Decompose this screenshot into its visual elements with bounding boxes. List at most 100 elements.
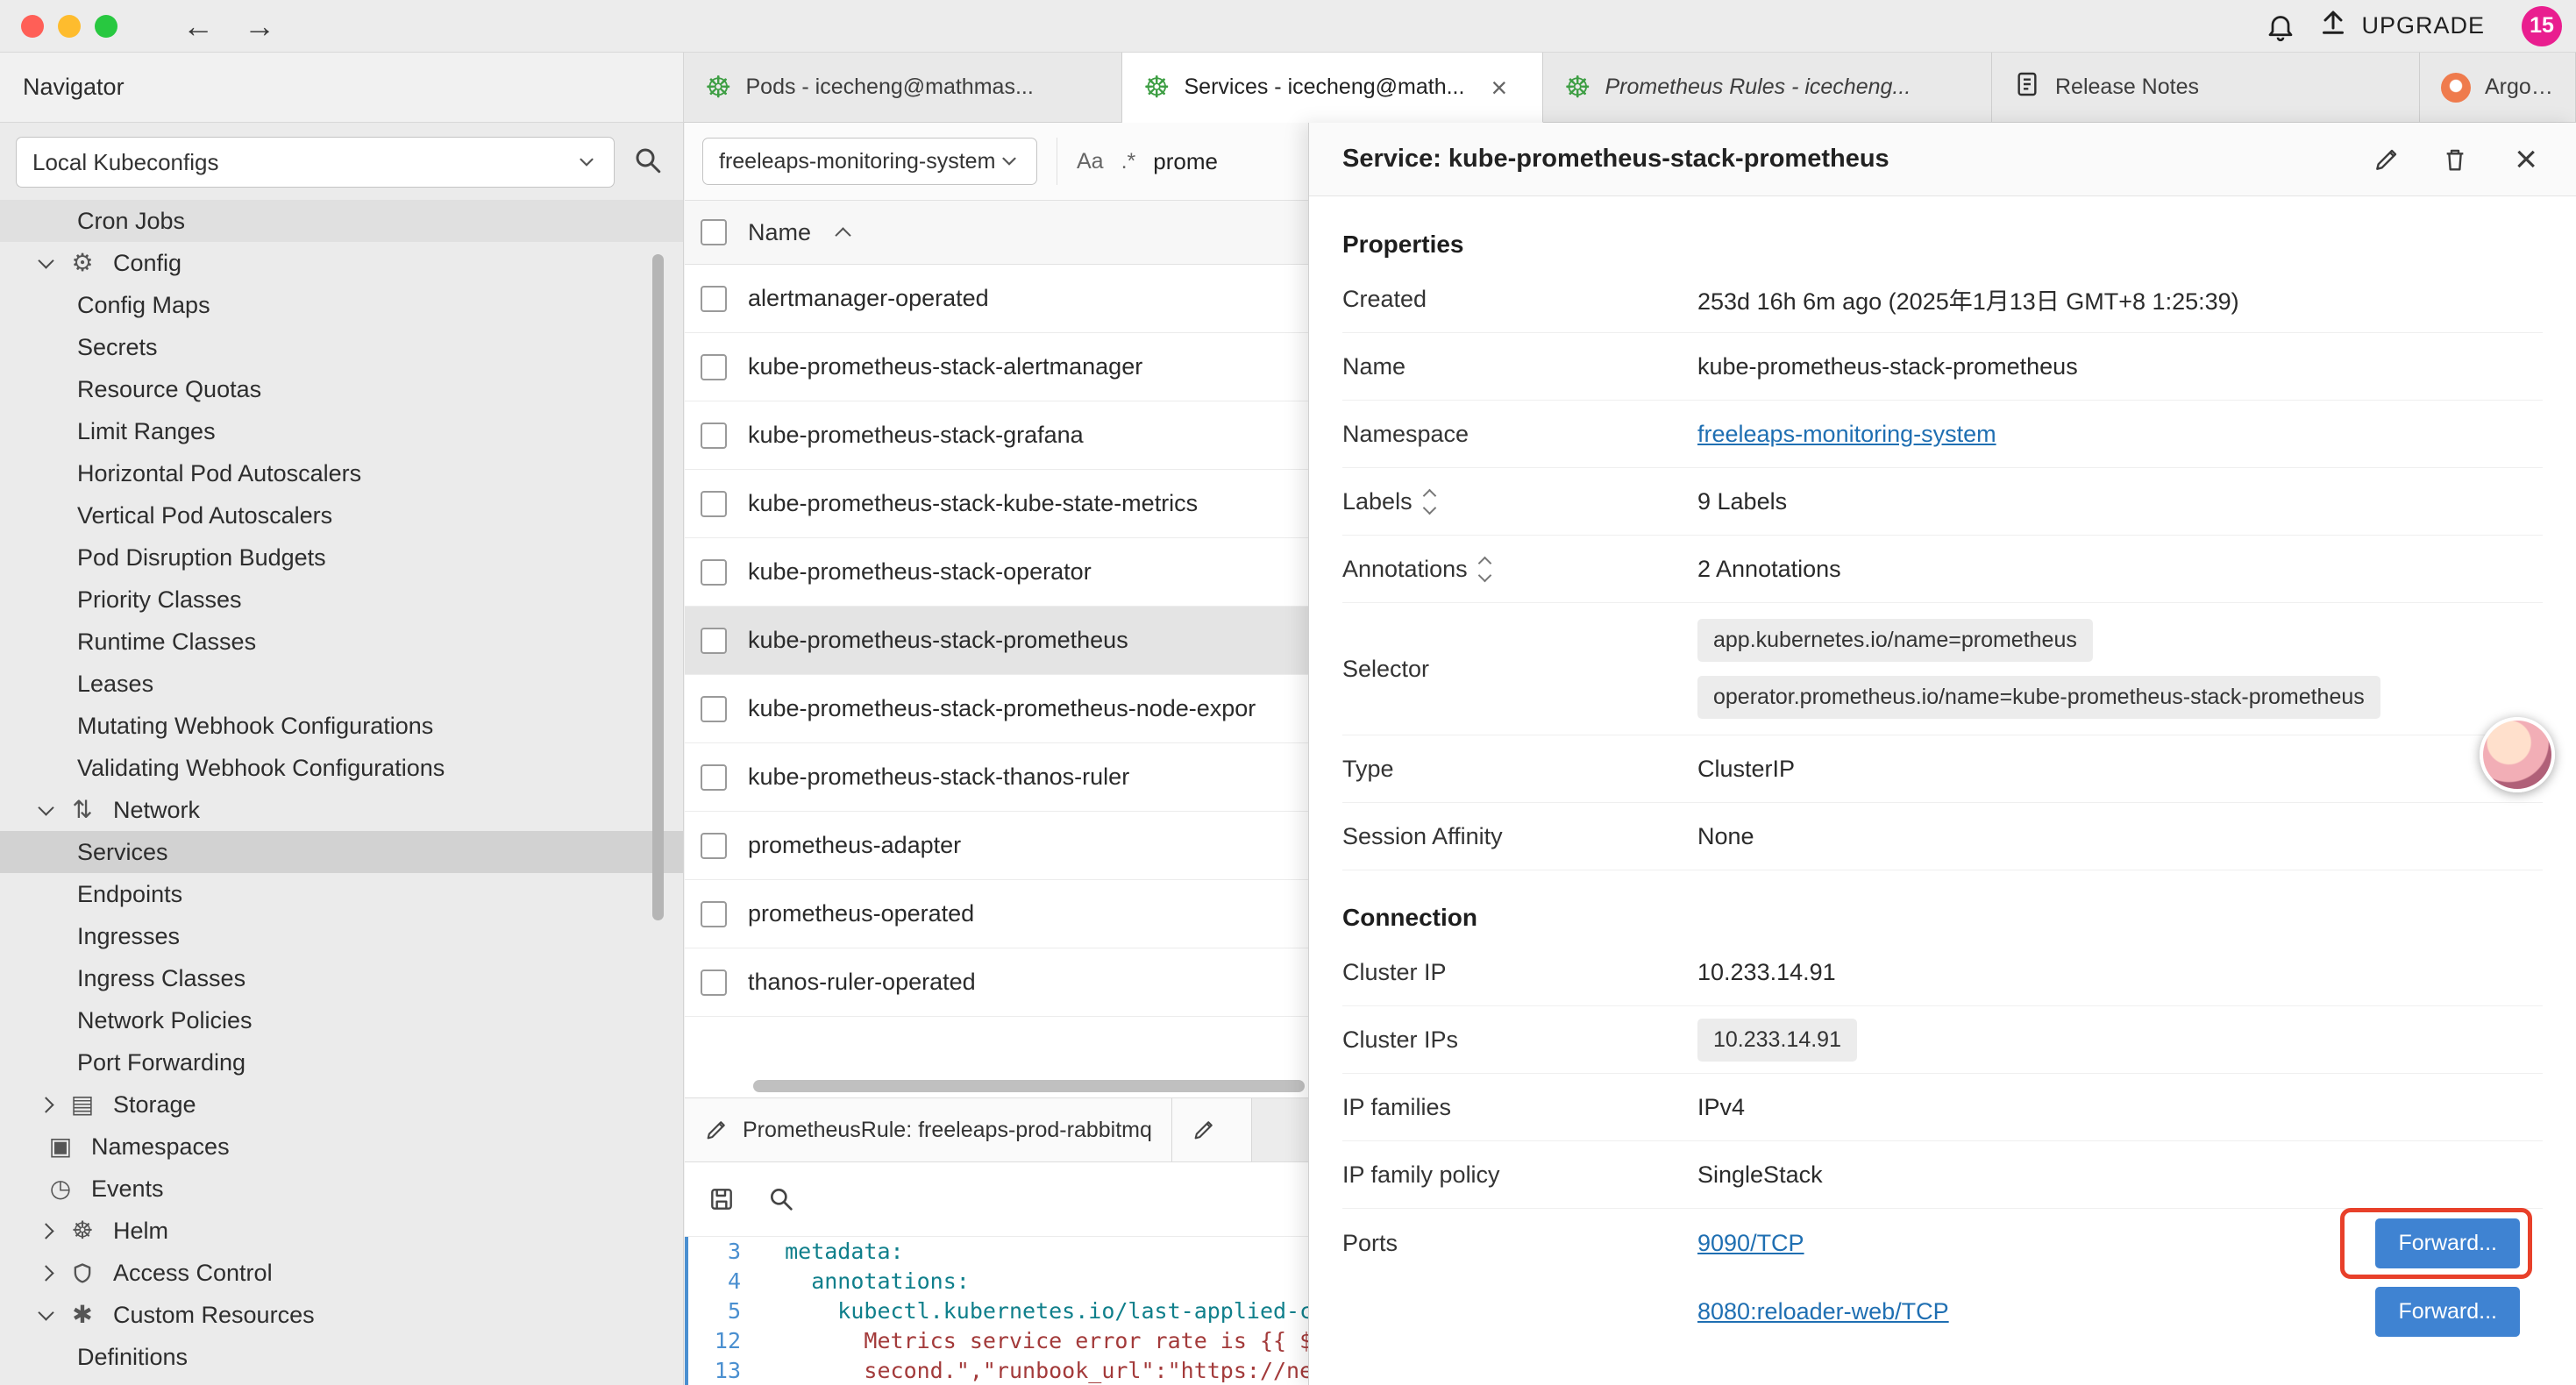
labels-count[interactable]: 9 Labels — [1697, 488, 1787, 515]
sidebar-item-priority-classes[interactable]: Priority Classes — [0, 579, 683, 621]
row-checkbox[interactable] — [701, 764, 727, 791]
row-checkbox[interactable] — [701, 491, 727, 517]
sidebar-item-config-maps[interactable]: Config Maps — [0, 284, 683, 326]
table-row[interactable]: kube-prometheus-stack-kube-state-metrics — [685, 470, 1308, 538]
row-checkbox[interactable] — [701, 696, 727, 722]
row-checkbox[interactable] — [701, 901, 727, 927]
port-row: 9090/TCP Forward... — [1697, 1209, 2543, 1277]
table-row[interactable]: kube-prometheus-stack-prometheus-node-ex… — [685, 675, 1308, 743]
sidebar-item-services[interactable]: Services — [0, 831, 683, 873]
section-title-connection: Connection — [1342, 904, 2543, 932]
yaml-editor[interactable]: 3 metadata: 4 annotations: 5 kubectl.kub… — [685, 1237, 1308, 1385]
sidebar-item-limit-ranges[interactable]: Limit Ranges — [0, 410, 683, 452]
row-checkbox[interactable] — [701, 970, 727, 996]
chevron-right-icon — [38, 1223, 53, 1239]
namespace-select[interactable]: freeleaps-monitoring-system — [702, 138, 1037, 185]
table-row[interactable]: thanos-ruler-operated — [685, 948, 1308, 1017]
forward-button[interactable]: Forward... — [2375, 1218, 2520, 1268]
expander-icon[interactable] — [1480, 558, 1490, 580]
forward-arrow-icon[interactable]: → — [237, 11, 282, 42]
search-query[interactable]: prome — [1153, 148, 1218, 175]
table-search[interactable]: Aa .* prome — [1057, 138, 1218, 185]
sidebar-item-secrets[interactable]: Secrets — [0, 326, 683, 368]
sort-ascending-icon[interactable] — [835, 227, 850, 243]
row-checkbox[interactable] — [701, 559, 727, 586]
sidebar-item-network[interactable]: ⇅Network — [0, 789, 683, 831]
tab-prometheus-rules[interactable]: ☸ Prometheus Rules - icecheng... — [1543, 53, 1992, 123]
sidebar-item-events[interactable]: ◷Events — [0, 1168, 683, 1210]
sidebar-item-network-policies[interactable]: Network Policies — [0, 999, 683, 1041]
search-icon[interactable] — [632, 145, 664, 181]
port-link[interactable]: 9090/TCP — [1697, 1230, 1804, 1257]
table-row[interactable]: alertmanager-operated — [685, 265, 1308, 333]
search-icon[interactable] — [767, 1185, 795, 1213]
table-row[interactable]: kube-prometheus-stack-thanos-ruler — [685, 743, 1308, 812]
match-case-toggle[interactable]: Aa — [1077, 149, 1104, 174]
sidebar-item-access-control[interactable]: Access Control — [0, 1252, 683, 1294]
sidebar-item-runtime-classes[interactable]: Runtime Classes — [0, 621, 683, 663]
row-checkbox[interactable] — [701, 628, 727, 654]
tab-services[interactable]: ☸ Services - icecheng@math... × — [1122, 53, 1543, 123]
sidebar-item-namespaces[interactable]: ▣Namespaces — [0, 1126, 683, 1168]
kubeconfig-select[interactable]: Local Kubeconfigs — [16, 137, 615, 188]
cluster-ips-badge: 10.233.14.91 — [1697, 1019, 1857, 1062]
close-tab-icon[interactable]: × — [1491, 74, 1507, 102]
sidebar-scrollbar[interactable] — [652, 254, 664, 920]
forward-button[interactable]: Forward... — [2375, 1287, 2520, 1337]
sidebar-item-port-forwarding[interactable]: Port Forwarding — [0, 1041, 683, 1083]
table-row[interactable]: kube-prometheus-stack-alertmanager — [685, 333, 1308, 401]
sidebar-item-validating-webhook-configurations[interactable]: Validating Webhook Configurations — [0, 747, 683, 789]
dock-tab-partial[interactable] — [1172, 1098, 1252, 1161]
edit-pencil-icon[interactable] — [2373, 146, 2401, 174]
trash-icon[interactable] — [2441, 146, 2469, 174]
row-checkbox[interactable] — [701, 286, 727, 312]
sidebar-item-resource-quotas[interactable]: Resource Quotas — [0, 368, 683, 410]
namespace-link[interactable]: freeleaps-monitoring-system — [1697, 421, 1996, 448]
sidebar-item-leases[interactable]: Leases — [0, 663, 683, 705]
table-row[interactable]: kube-prometheus-stack-operator — [685, 538, 1308, 607]
minimize-window-button[interactable] — [58, 15, 81, 38]
dock-tab-prometheusrule[interactable]: PrometheusRule: freeleaps-prod-rabbitmq — [685, 1098, 1172, 1161]
table-row-selected[interactable]: kube-prometheus-stack-prometheus — [685, 607, 1308, 675]
notification-badge[interactable]: 15 — [2522, 6, 2562, 46]
sidebar-item-ingress-classes[interactable]: Ingress Classes — [0, 957, 683, 999]
sidebar-item-cron-jobs[interactable]: Cron Jobs — [0, 200, 683, 242]
port-link[interactable]: 8080:reloader-web/TCP — [1697, 1298, 1949, 1325]
back-arrow-icon[interactable]: ← — [175, 11, 221, 42]
tab-pods[interactable]: ☸ Pods - icecheng@mathmas... — [684, 53, 1122, 123]
upgrade-button[interactable]: UPGRADE — [2312, 6, 2490, 46]
tab-release-notes[interactable]: Release Notes — [1992, 53, 2420, 123]
sidebar-item-custom-resources[interactable]: ✱Custom Resources — [0, 1294, 683, 1336]
shield-icon — [66, 1260, 99, 1286]
name-column-header[interactable]: Name — [748, 219, 811, 246]
select-all-checkbox[interactable] — [701, 219, 727, 245]
table-row[interactable]: prometheus-operated — [685, 880, 1308, 948]
table-row[interactable]: prometheus-adapter — [685, 812, 1308, 880]
sidebar-item-ingresses[interactable]: Ingresses — [0, 915, 683, 957]
row-checkbox[interactable] — [701, 423, 727, 449]
expander-icon[interactable] — [1425, 491, 1434, 513]
regex-toggle[interactable]: .* — [1121, 149, 1136, 174]
sidebar-item-storage[interactable]: ▤Storage — [0, 1083, 683, 1126]
sidebar-item-endpoints[interactable]: Endpoints — [0, 873, 683, 915]
sidebar-item-vertical-pod-autoscalers[interactable]: Vertical Pod Autoscalers — [0, 494, 683, 536]
sidebar-item-horizontal-pod-autoscalers[interactable]: Horizontal Pod Autoscalers — [0, 452, 683, 494]
sidebar-item-definitions[interactable]: Definitions — [0, 1336, 683, 1378]
horizontal-scrollbar[interactable] — [753, 1080, 1305, 1092]
maximize-window-button[interactable] — [95, 15, 117, 38]
row-checkbox[interactable] — [701, 833, 727, 859]
tab-argo[interactable]: Argo Se — [2420, 53, 2576, 123]
detail-row-selector: Selector app.kubernetes.io/name=promethe… — [1342, 603, 2543, 735]
close-window-button[interactable] — [21, 15, 44, 38]
table-row[interactable]: kube-prometheus-stack-grafana — [685, 401, 1308, 470]
sidebar-item-mutating-webhook-configurations[interactable]: Mutating Webhook Configurations — [0, 705, 683, 747]
bell-icon[interactable] — [2265, 11, 2296, 42]
annotations-count[interactable]: 2 Annotations — [1697, 556, 1841, 583]
sidebar-item-pod-disruption-budgets[interactable]: Pod Disruption Budgets — [0, 536, 683, 579]
close-icon[interactable]: × — [2509, 139, 2543, 180]
save-icon[interactable] — [708, 1185, 736, 1213]
user-avatar[interactable] — [2480, 717, 2555, 792]
row-checkbox[interactable] — [701, 354, 727, 380]
sidebar-item-helm[interactable]: ☸Helm — [0, 1210, 683, 1252]
sidebar-item-config[interactable]: ⚙Config — [0, 242, 683, 284]
